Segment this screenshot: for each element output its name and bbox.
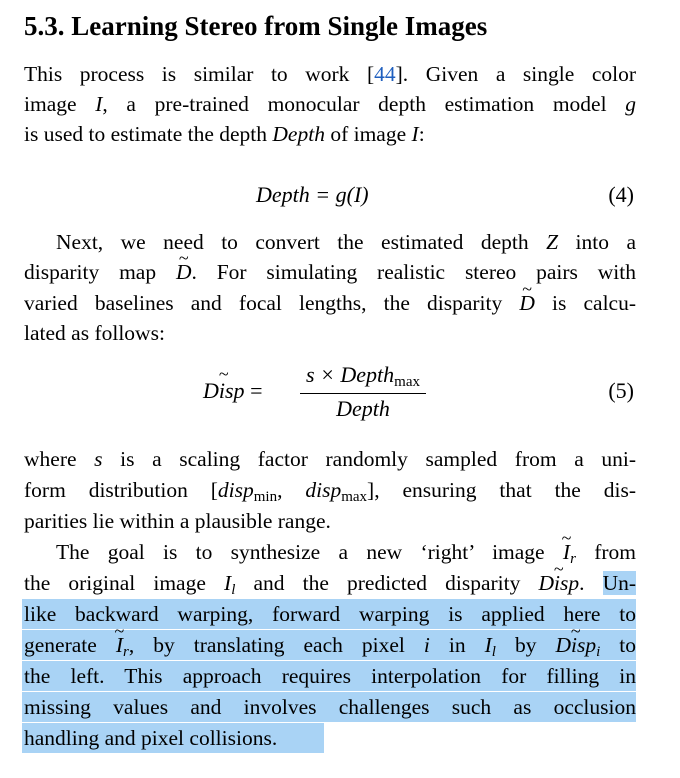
equation-number: (4) <box>608 182 634 207</box>
citation-link[interactable]: 44 <box>374 62 396 86</box>
paragraph-1-line-2: image I, a pre-trained monocular depth e… <box>24 92 636 116</box>
paragraph-3-line-3: parities lie within a plausible range. <box>24 509 331 533</box>
paragraph-2-line-1: Next, we need to convert the estimated d… <box>56 230 637 254</box>
highlighted-line[interactable]: handling and pixel collisions. <box>22 723 324 753</box>
paragraph-3-line-2: form distribution [dispmin, dispmax], en… <box>24 478 636 505</box>
paragraph-4-line-2: the original image Il and the predicted … <box>24 568 637 598</box>
paragraph-4-line-1: The goal is to synthesize a new ‘right’ … <box>24 537 636 567</box>
equation-number: (5) <box>608 378 634 403</box>
highlighted-line[interactable]: the left. This approach requires interpo… <box>22 661 636 691</box>
equation-5: Disp = s × Depthmax Depth (5) <box>24 362 636 432</box>
paragraph-3-line-1: where s is a scaling factor randomly sam… <box>24 447 636 471</box>
highlighted-line[interactable]: generate Ir, by translating each pixel i… <box>22 630 636 660</box>
paragraph-2-line-3: varied baselines and focal lengths, the … <box>24 288 636 318</box>
highlighted-line[interactable]: missing values and involves challenges s… <box>22 692 636 722</box>
paragraph-1-line-3: is used to estimate the depth Depth of i… <box>24 122 425 146</box>
paragraph-1-line-1: This process is similar to work [44]. Gi… <box>24 62 636 86</box>
paragraph-2-line-4: lated as follows: <box>24 321 165 345</box>
section-heading: 5.3. Learning Stereo from Single Images <box>24 11 488 41</box>
paragraph-2-line-2: disparity map D. For simulating realisti… <box>24 257 636 287</box>
highlight-start[interactable]: Un- <box>602 571 637 595</box>
